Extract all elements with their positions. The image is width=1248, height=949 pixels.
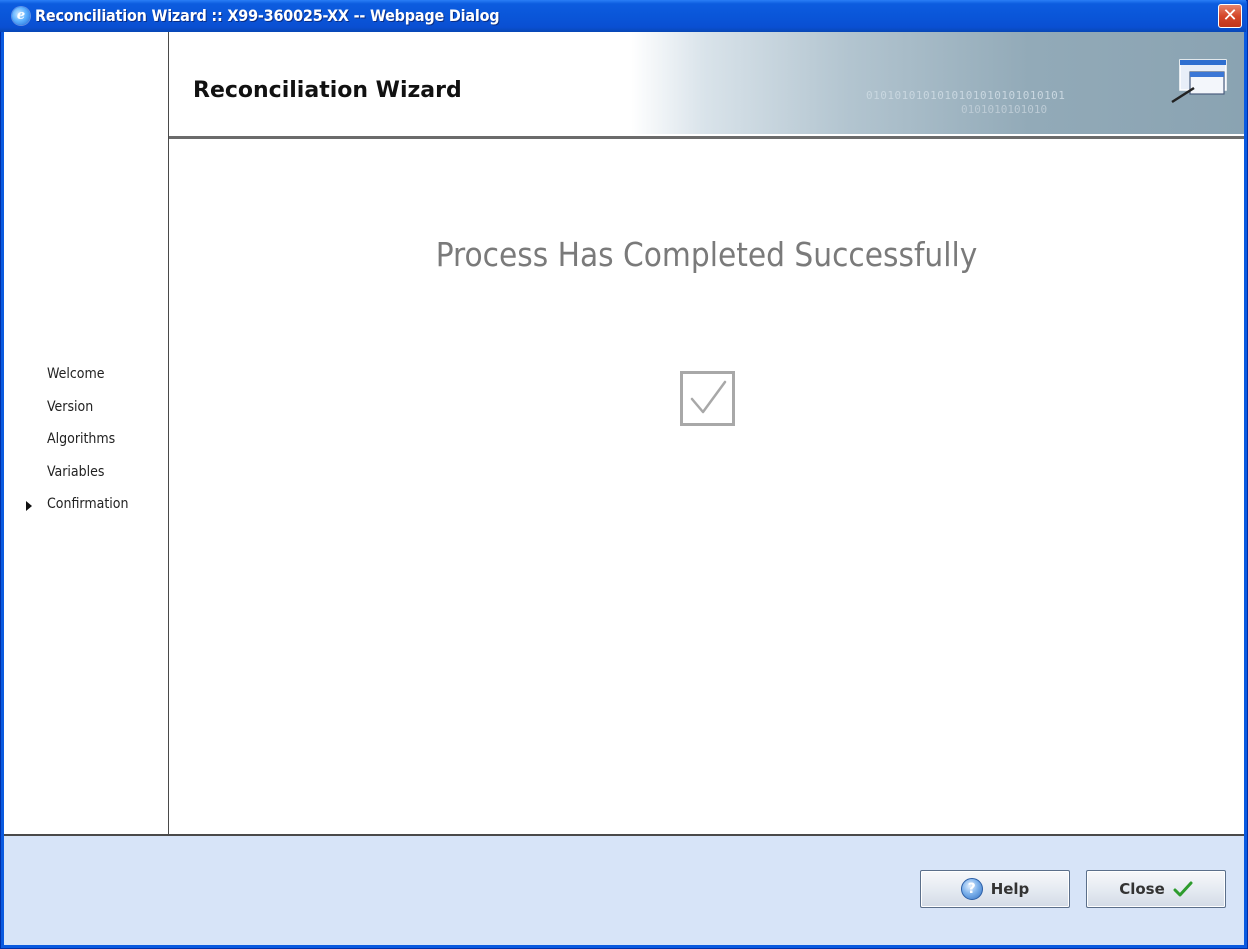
nav-item-variables[interactable]: Variables: [26, 464, 128, 497]
window-title: Reconciliation Wizard :: X99-360025-XX -…: [35, 6, 500, 25]
step-list: Welcome Version Algorithms Variables Con…: [26, 366, 128, 529]
help-icon: ?: [960, 878, 983, 900]
title-bar[interactable]: e Reconciliation Wizard :: X99-360025-XX…: [0, 0, 1246, 32]
ie-icon: e: [12, 7, 30, 25]
close-button[interactable]: Close: [1086, 870, 1226, 908]
checkbox-checked-icon: [680, 371, 735, 426]
nav-item-welcome[interactable]: Welcome: [26, 366, 128, 399]
close-icon[interactable]: ✕: [1218, 4, 1242, 28]
nav-item-label: Variables: [47, 463, 105, 480]
header-banner: 0101010101010101010101010101 01010101010…: [631, 32, 1244, 134]
nav-item-label: Confirmation: [47, 496, 129, 512]
current-step-arrow-icon: [26, 501, 32, 511]
success-message: Process Has Completed Successfully: [435, 235, 978, 274]
checkmark-icon: [1173, 881, 1193, 897]
page-title: Reconciliation Wizard: [193, 78, 462, 103]
main-content: Process Has Completed Successfully: [169, 139, 1244, 835]
windows-icon: [1171, 59, 1227, 104]
wizard-header: Reconciliation Wizard 010101010101010101…: [169, 32, 1244, 136]
banner-binary-text-2: 0101010101010: [961, 103, 1048, 116]
nav-item-algorithms[interactable]: Algorithms: [26, 431, 128, 464]
nav-item-label: Version: [47, 398, 94, 415]
help-button[interactable]: ? Help: [920, 870, 1070, 908]
nav-item-label: Welcome: [47, 366, 105, 382]
button-bar: ? Help Close: [4, 836, 1244, 945]
help-button-label: Help: [990, 880, 1030, 898]
nav-item-label: Algorithms: [47, 431, 116, 447]
nav-item-confirmation[interactable]: Confirmation: [26, 496, 128, 529]
banner-binary-text: 0101010101010101010101010101: [866, 89, 1066, 102]
close-button-label: Close: [1119, 880, 1165, 898]
nav-item-version[interactable]: Version: [26, 399, 128, 432]
